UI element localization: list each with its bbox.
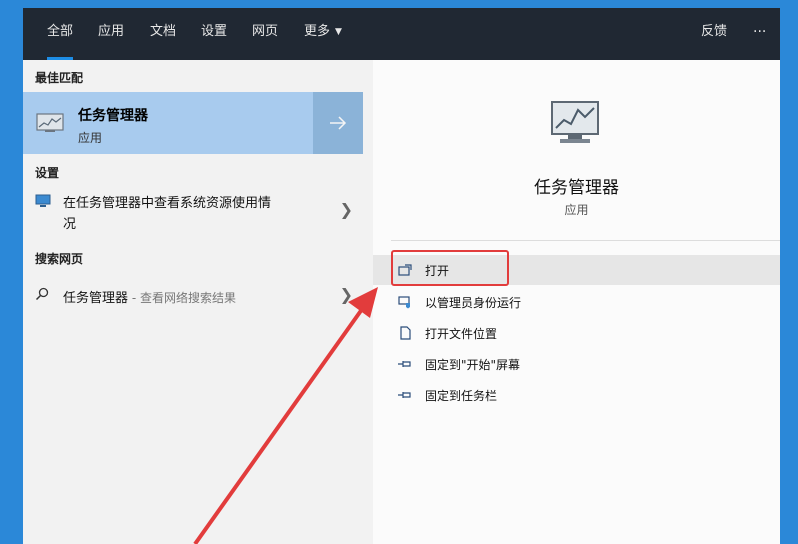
tab-apps-label: 应用 bbox=[98, 24, 125, 39]
arrow-right-icon bbox=[330, 116, 347, 130]
chevron-right-icon: ❯ bbox=[339, 285, 353, 304]
tab-web[interactable]: 网页 bbox=[252, 8, 278, 60]
pin-icon bbox=[397, 356, 413, 372]
web-search-suffix: - 查看网络搜索结果 bbox=[128, 291, 236, 305]
best-match-heading: 最佳匹配 bbox=[35, 71, 84, 85]
details-divider bbox=[391, 240, 780, 241]
tab-all-label: 全部 bbox=[47, 24, 74, 39]
web-search-query: 任务管理器 bbox=[63, 291, 129, 306]
monitor-settings-icon bbox=[35, 194, 51, 207]
feedback-button[interactable]: 反馈 bbox=[701, 8, 727, 60]
tab-web-label: 网页 bbox=[252, 24, 279, 39]
best-match-title: 任务管理器 bbox=[78, 108, 148, 124]
settings-heading: 设置 bbox=[35, 166, 60, 180]
tab-all[interactable]: 全部 bbox=[47, 8, 74, 60]
results-panel: 最佳匹配 任务管理器 应用 设置 在任务管理器中查看系统资源使用情 况 ❯ 搜索… bbox=[23, 60, 373, 544]
highlight-box bbox=[391, 250, 509, 286]
shield-run-icon bbox=[397, 294, 413, 310]
best-match-subtitle: 应用 bbox=[78, 131, 103, 145]
pin-to-taskbar-label: 固定到任务栏 bbox=[425, 388, 498, 403]
settings-result-line1: 在任务管理器中查看系统资源使用情 bbox=[63, 196, 272, 211]
file-location-icon bbox=[397, 325, 413, 341]
search-icon bbox=[35, 287, 49, 301]
best-match-item[interactable]: 任务管理器 应用 bbox=[23, 92, 313, 154]
chevron-right-icon: ❯ bbox=[339, 200, 353, 219]
run-as-admin-label: 以管理员身份运行 bbox=[425, 295, 522, 310]
best-match-expand-button[interactable] bbox=[313, 92, 363, 154]
app-subtitle: 应用 bbox=[564, 203, 589, 217]
task-manager-large-icon bbox=[551, 101, 599, 143]
run-as-admin-action[interactable]: 以管理员身份运行 bbox=[373, 287, 780, 317]
search-window: 全部 应用 文档 设置 网页 更多 ▼ 反馈 ··· 最佳匹配 任务管理器 应用 … bbox=[23, 8, 780, 544]
web-search-result-item[interactable]: 任务管理器 - 查看网络搜索结果 ❯ bbox=[23, 280, 373, 310]
chevron-down-icon: ▼ bbox=[335, 27, 342, 37]
more-options-button[interactable]: ··· bbox=[753, 8, 766, 60]
task-manager-app-icon bbox=[36, 113, 64, 132]
more-options-icon: ··· bbox=[753, 24, 767, 40]
settings-result-line2: 况 bbox=[63, 217, 77, 232]
app-title: 任务管理器 bbox=[534, 178, 619, 198]
open-file-location-label: 打开文件位置 bbox=[425, 326, 498, 341]
tab-more-label: 更多 bbox=[304, 24, 331, 39]
tab-documents-label: 文档 bbox=[150, 24, 177, 39]
pin-to-taskbar-action[interactable]: 固定到任务栏 bbox=[373, 380, 780, 410]
pin-icon bbox=[397, 387, 413, 403]
app-details-panel: 任务管理器 应用 打开 以管理员身份运行 打开文件位置 固定到"开始"屏幕 固定… bbox=[373, 60, 780, 544]
web-search-result-text: 任务管理器 - 查看网络搜索结果 bbox=[63, 287, 236, 306]
feedback-label: 反馈 bbox=[701, 24, 728, 39]
open-file-location-action[interactable]: 打开文件位置 bbox=[373, 318, 780, 348]
pin-to-start-action[interactable]: 固定到"开始"屏幕 bbox=[373, 349, 780, 379]
tab-more[interactable]: 更多 ▼ bbox=[304, 8, 342, 60]
pin-to-start-label: 固定到"开始"屏幕 bbox=[425, 357, 521, 372]
top-tab-bar: 全部 应用 文档 设置 网页 更多 ▼ 反馈 ··· bbox=[23, 8, 780, 60]
settings-result-item[interactable]: 在任务管理器中查看系统资源使用情 况 ❯ bbox=[23, 188, 373, 238]
tab-settings[interactable]: 设置 bbox=[201, 8, 227, 60]
web-search-heading: 搜索网页 bbox=[35, 252, 84, 266]
tab-documents[interactable]: 文档 bbox=[150, 8, 176, 60]
tab-apps[interactable]: 应用 bbox=[98, 8, 124, 60]
tab-settings-label: 设置 bbox=[201, 24, 228, 39]
